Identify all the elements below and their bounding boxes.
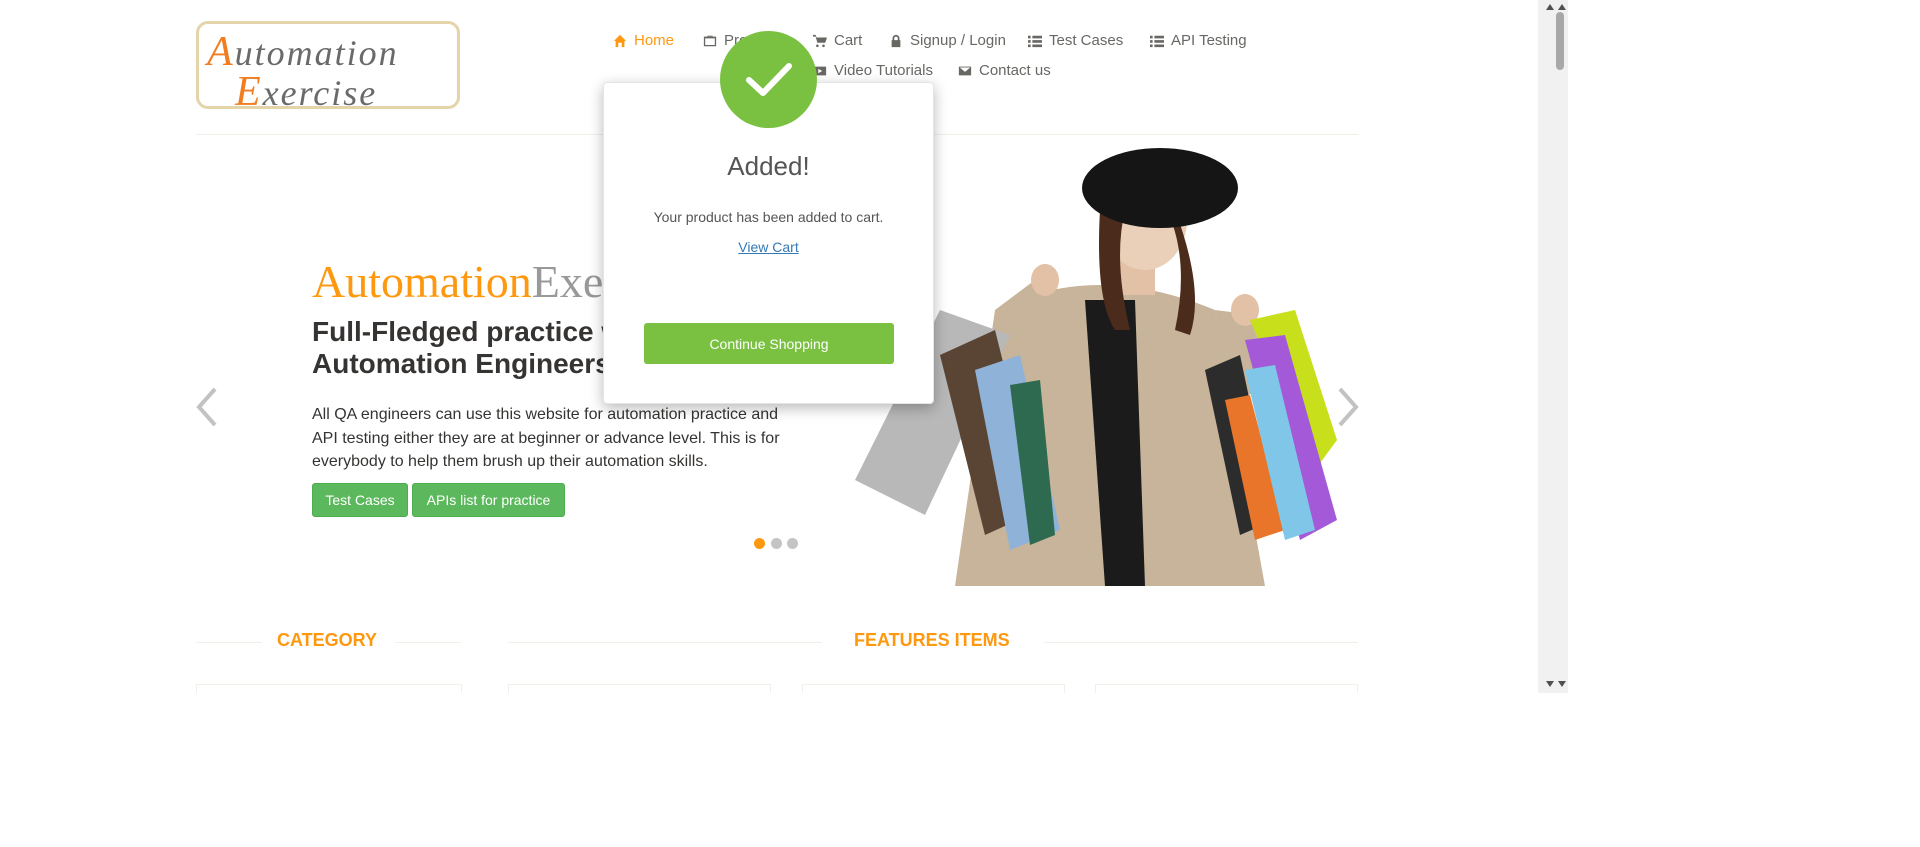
slider-prev-button[interactable] bbox=[195, 386, 219, 428]
scrollbar-thumb[interactable] bbox=[1556, 12, 1564, 70]
nav-signup-login[interactable]: Signup / Login bbox=[889, 32, 1006, 49]
nav-cart[interactable]: Cart bbox=[813, 32, 862, 49]
modal-title: Added! bbox=[727, 151, 810, 181]
product-card bbox=[1095, 684, 1358, 693]
category-rule-left bbox=[196, 642, 262, 643]
category-rule-right bbox=[395, 642, 461, 643]
success-badge bbox=[720, 31, 817, 128]
slide-indicator-2[interactable] bbox=[771, 538, 782, 549]
category-panel bbox=[196, 684, 462, 693]
product-card bbox=[802, 684, 1065, 693]
envelope-icon bbox=[958, 66, 972, 75]
briefcase-icon bbox=[703, 35, 717, 46]
scroll-down-arrow-icon[interactable] bbox=[1546, 681, 1554, 687]
scroll-up-arrow-icon[interactable] bbox=[1546, 4, 1554, 10]
scroll-up-arrow-icon[interactable] bbox=[1558, 4, 1566, 10]
nav-cart-label: Cart bbox=[834, 32, 863, 49]
nav-video-label: Video Tutorials bbox=[834, 62, 933, 79]
nav-video-tutorials[interactable]: Video Tutorials bbox=[813, 62, 933, 79]
modal-message: Your product has been added to cart. bbox=[653, 209, 884, 225]
cart-icon bbox=[813, 34, 827, 47]
slide-indicator-1[interactable] bbox=[754, 538, 765, 549]
checkmark-icon bbox=[745, 62, 792, 96]
chevron-left-icon bbox=[196, 387, 217, 427]
site-logo[interactable]: Automation Exercise bbox=[196, 21, 460, 115]
list-icon bbox=[1028, 35, 1042, 47]
nav-test-cases-label: Test Cases bbox=[1049, 32, 1124, 49]
page-scrollbar[interactable] bbox=[1538, 0, 1568, 693]
nav-contact-us[interactable]: Contact us bbox=[958, 62, 1051, 79]
category-heading: CATEGORY bbox=[277, 630, 378, 650]
nav-test-cases[interactable]: Test Cases bbox=[1028, 32, 1123, 49]
features-rule-left bbox=[508, 642, 822, 643]
slider-next-button[interactable] bbox=[1336, 386, 1360, 428]
features-heading: FEATURES ITEMS bbox=[854, 630, 1010, 650]
added-to-cart-modal: Added! Your product has been added to ca… bbox=[603, 82, 934, 404]
list-icon bbox=[1150, 35, 1164, 47]
nav-api-testing-label: API Testing bbox=[1171, 32, 1247, 49]
nav-home[interactable]: Home bbox=[613, 32, 674, 49]
nav-home-label: Home bbox=[634, 32, 675, 49]
lock-icon bbox=[891, 34, 901, 47]
features-rule-right bbox=[1044, 642, 1358, 643]
view-cart-wrapper: View Cart bbox=[604, 239, 933, 255]
test-cases-button[interactable]: Test Cases bbox=[312, 483, 408, 517]
scroll-down-arrow-icon[interactable] bbox=[1558, 681, 1566, 687]
apis-list-button[interactable]: APIs list for practice bbox=[412, 483, 565, 517]
continue-shopping-button[interactable]: Continue Shopping bbox=[644, 323, 894, 364]
view-cart-link[interactable]: View Cart bbox=[738, 239, 798, 255]
slide-indicator-3[interactable] bbox=[787, 538, 798, 549]
logo-line-2: Exercise bbox=[235, 69, 378, 115]
home-icon bbox=[613, 34, 627, 47]
product-card bbox=[508, 684, 771, 693]
nav-contact-label: Contact us bbox=[979, 62, 1051, 79]
slide-description: All QA engineers can use this website fo… bbox=[312, 406, 780, 470]
chevron-right-icon bbox=[1338, 387, 1359, 427]
nav-signup-label: Signup / Login bbox=[910, 32, 1006, 49]
nav-api-testing[interactable]: API Testing bbox=[1150, 32, 1247, 49]
